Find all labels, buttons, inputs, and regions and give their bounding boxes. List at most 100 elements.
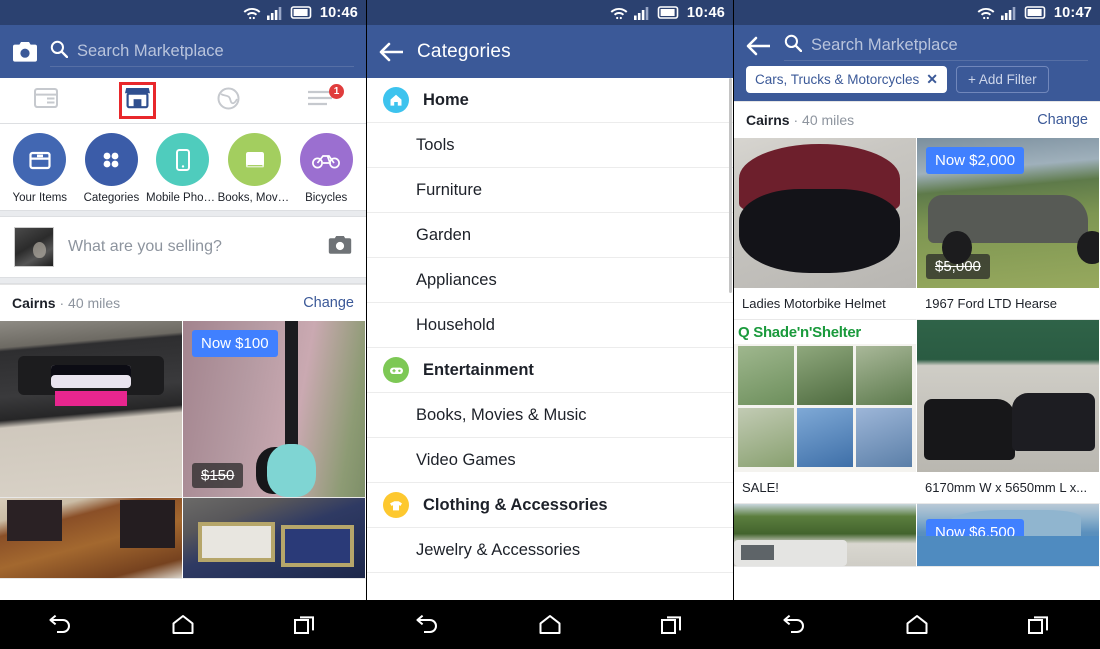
listing-card[interactable]: 6170mm W x 5650mm L x...	[917, 320, 1100, 504]
status-bar: 10:46	[0, 0, 366, 25]
listings-grid: Ladies Motorbike Helmet Now $2,000 $5,00…	[734, 138, 1100, 600]
category-label: Books, Movies & Music	[416, 405, 587, 424]
listing-photo-hearse: Now $2,000 $5,000	[917, 138, 1099, 288]
marketplace-tab[interactable]	[92, 78, 184, 123]
home-nav-icon[interactable]	[887, 600, 947, 649]
category-label: Furniture	[416, 180, 483, 199]
listing-title: 1967 Ford LTD Hearse	[925, 296, 1057, 311]
change-location-link[interactable]: Change	[303, 295, 354, 311]
book-icon	[228, 133, 282, 186]
notifications-tab[interactable]	[183, 78, 275, 123]
listings-grid: Now $100 $150	[0, 321, 366, 600]
category-shortcut-books-movies[interactable]: Books, Movie...	[218, 133, 292, 204]
listing-card[interactable]: Q Shade'n'Shelter SALE!	[734, 320, 917, 504]
status-time: 10:46	[686, 4, 725, 21]
battery-icon	[290, 6, 312, 19]
category-section-entertainment[interactable]: Entertainment	[367, 348, 733, 393]
back-arrow-icon[interactable]	[379, 40, 405, 64]
change-location-link[interactable]: Change	[1037, 112, 1088, 128]
location-city: Cairns	[746, 112, 790, 128]
listing-price-now: Now $2,000	[926, 147, 1025, 174]
listing-card[interactable]	[734, 504, 917, 567]
category-section-home[interactable]: Home	[367, 78, 733, 123]
category-shortcut-categories[interactable]: Categories	[76, 133, 146, 204]
wifi-icon	[243, 6, 261, 20]
add-filter-button[interactable]: + Add Filter	[956, 66, 1049, 93]
listing-card[interactable]	[0, 321, 183, 498]
category-label: Clothing & Accessories	[423, 495, 608, 514]
listing-price-now: Now $6,500	[926, 519, 1025, 546]
section-divider	[0, 210, 366, 217]
category-shortcut-mobile-phones[interactable]: Mobile Phones	[146, 133, 220, 204]
listing-title: 6170mm W x 5650mm L x...	[925, 480, 1088, 495]
category-label: Garden	[416, 225, 472, 244]
news-feed-tab[interactable]	[0, 78, 92, 123]
home-icon	[383, 87, 409, 113]
camera-icon[interactable]	[12, 40, 38, 63]
active-filter-label: Cars, Trucks & Motorcycles	[755, 72, 920, 87]
back-nav-icon[interactable]	[31, 600, 91, 649]
recents-nav-icon[interactable]	[1009, 600, 1069, 649]
flyer-photo-grid	[737, 345, 913, 468]
recents-nav-icon[interactable]	[642, 600, 702, 649]
recents-nav-icon[interactable]	[275, 600, 335, 649]
category-label: Household	[416, 315, 495, 334]
category-item-appliances[interactable]: Appliances	[367, 258, 733, 303]
listing-card[interactable]: Ladies Motorbike Helmet	[734, 138, 917, 320]
three-panel-screenshot: 10:46 Search Marketplace 1 Your Items Ca…	[0, 0, 1100, 649]
location-separator: ·	[793, 112, 799, 128]
category-item-furniture[interactable]: Furniture	[367, 168, 733, 213]
flyer-banner-text: Q Shade'n'Shelter	[734, 320, 916, 345]
gamepad-icon	[383, 357, 409, 383]
sell-composer[interactable]: What are you selling?	[0, 217, 366, 277]
sell-composer-placeholder: What are you selling?	[68, 238, 222, 255]
selection-highlight	[118, 82, 156, 119]
category-item-garden[interactable]: Garden	[367, 213, 733, 258]
back-arrow-icon[interactable]	[746, 34, 772, 58]
category-shortcut-bicycles[interactable]: Bicycles	[291, 133, 361, 204]
category-item-household[interactable]: Household	[367, 303, 733, 348]
home-nav-icon[interactable]	[153, 600, 213, 649]
category-label: Home	[423, 90, 469, 109]
search-input[interactable]: Search Marketplace	[784, 31, 1088, 61]
back-nav-icon[interactable]	[398, 600, 458, 649]
back-nav-icon[interactable]	[765, 600, 825, 649]
marketplace-header: Search Marketplace	[0, 25, 366, 78]
listing-card[interactable]	[0, 498, 183, 579]
flyer-cell	[737, 345, 794, 406]
category-item-jewelry-accessories[interactable]: Jewelry & Accessories	[367, 528, 733, 573]
listing-card[interactable]: Now $100 $150	[183, 321, 366, 498]
listing-card[interactable]: Now $6,500	[917, 504, 1100, 567]
category-section-clothing-accessories[interactable]: Clothing & Accessories	[367, 483, 733, 528]
signal-icon	[1000, 6, 1018, 20]
listing-photo-blue-car: Now $6,500	[917, 504, 1099, 566]
listing-photo-motorbike-helmet	[734, 138, 916, 288]
avatar	[14, 227, 54, 267]
listing-card[interactable]	[183, 498, 366, 579]
search-input[interactable]: Search Marketplace	[50, 37, 354, 67]
location-text: Cairns · 40 miles	[746, 112, 854, 128]
category-item-video-games[interactable]: Video Games	[367, 438, 733, 483]
home-nav-icon[interactable]	[520, 600, 580, 649]
menu-tab[interactable]: 1	[275, 78, 367, 123]
battery-icon	[657, 6, 679, 19]
listing-card[interactable]: Now $2,000 $5,000 1967 Ford LTD Hearse	[917, 138, 1100, 320]
camera-icon[interactable]	[328, 235, 352, 260]
category-shortcut-your-items[interactable]: Your Items	[5, 133, 75, 204]
clothing-icon	[383, 492, 409, 518]
listing-price-now: Now $100	[192, 330, 278, 357]
close-x-icon[interactable]: ✕	[926, 71, 938, 88]
category-item-tools[interactable]: Tools	[367, 123, 733, 168]
category-label: Categories	[83, 192, 140, 204]
search-filter-header: Search Marketplace Cars, Trucks & Motorc…	[734, 25, 1100, 101]
bicycle-icon	[299, 133, 353, 186]
scrollbar[interactable]	[729, 78, 732, 293]
category-item-books-movies-music[interactable]: Books, Movies & Music	[367, 393, 733, 438]
flyer-cell	[856, 345, 913, 406]
active-filter-chip[interactable]: Cars, Trucks & Motorcycles ✕	[746, 66, 948, 93]
news-feed-icon	[33, 88, 58, 113]
phone-icon	[156, 133, 210, 186]
category-label: Tools	[416, 135, 455, 154]
category-label: Your Items	[12, 192, 68, 204]
signal-icon	[633, 6, 651, 20]
